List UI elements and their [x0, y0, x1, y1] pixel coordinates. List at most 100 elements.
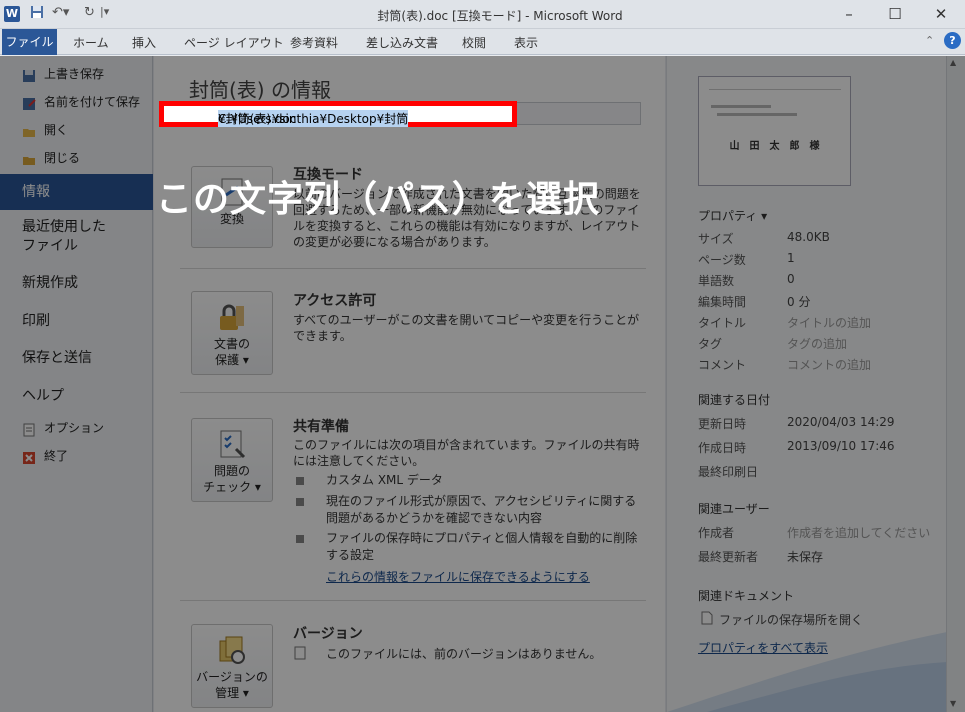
protect-button-label: 文書の 保護 ▾	[192, 336, 272, 368]
path-field-background	[511, 102, 641, 125]
versions-title: バージョン	[293, 626, 363, 642]
decorative-swoosh	[667, 632, 947, 712]
prop-label-title: タイトル	[698, 316, 747, 330]
sidebar-item-label: 開く	[44, 123, 69, 137]
tab-file[interactable]: ファイル	[2, 29, 57, 55]
backstage-sidebar: 上書き保存 名前を付けて保存 開く 閉じる 情報 最近使用した ファイル 新規作…	[0, 56, 153, 712]
undo-icon[interactable]: ↶▾	[52, 5, 69, 20]
protect-label-line2: 保護 ▾	[215, 353, 249, 367]
prepare-title: 共有準備	[293, 419, 349, 435]
tutorial-callout: この文字列（パス）を選択	[156, 179, 601, 220]
date-value-modified: 2020/04/03 14:29	[787, 415, 895, 429]
redo-icon[interactable]: ↻	[84, 5, 95, 20]
page-title: 封筒(表) の情報	[189, 78, 331, 102]
versions-icon	[216, 635, 248, 667]
versions-label-line2: 管理 ▾	[215, 686, 249, 700]
divider	[180, 268, 646, 269]
related-docs-header: 関連ドキュメント	[698, 589, 795, 603]
sidebar-item-exit[interactable]: 終了	[0, 444, 153, 468]
save-icon[interactable]	[30, 5, 44, 23]
minimize-ribbon-icon[interactable]: ⌃	[925, 34, 934, 47]
sidebar-item-open[interactable]: 開く	[0, 118, 153, 142]
prop-value-title-input[interactable]: タイトルの追加	[787, 314, 871, 331]
sidebar-item-save-send[interactable]: 保存と送信	[0, 347, 153, 367]
people-value-author-input[interactable]: 作成者を追加してください	[787, 524, 930, 541]
sidebar-item-save[interactable]: 上書き保存	[0, 62, 153, 86]
sidebar-item-info[interactable]: 情報	[0, 174, 153, 210]
minimize-button[interactable]: –	[826, 2, 872, 26]
sidebar-item-help[interactable]: ヘルプ	[0, 385, 153, 405]
prop-label-comments: コメント	[698, 358, 747, 372]
thumbnail-line	[717, 113, 797, 116]
thumbnail-line	[711, 105, 771, 108]
thumbnail-addressee: 山 田 太 郎 様	[729, 141, 820, 152]
prepare-bullet-3: ファイルの保存時にプロパティと個人情報を自動的に削除する設定	[326, 531, 638, 562]
file-path-filename[interactable]: ¥封筒(表).doc	[218, 110, 296, 127]
prop-label-words: 単語数	[698, 274, 735, 288]
scroll-up-icon[interactable]: ▲	[950, 58, 956, 67]
tab-page-layout[interactable]: ページ レイアウト	[184, 34, 284, 51]
lock-icon	[216, 302, 248, 334]
help-icon[interactable]: ?	[944, 32, 961, 49]
prop-label-size: サイズ	[698, 232, 734, 246]
date-label-created: 作成日時	[698, 441, 747, 455]
prop-value-pages: 1	[787, 251, 795, 265]
options-icon	[22, 421, 36, 437]
manage-versions-button[interactable]: バージョンの 管理 ▾	[191, 624, 273, 708]
protect-document-button[interactable]: 文書の 保護 ▾	[191, 291, 273, 375]
prepare-bullet-2: 現在のファイル形式が原因で、アクセシビリティに関する問題があるかどうかを確認でき…	[326, 494, 637, 525]
dates-header: 関連する日付	[698, 393, 771, 407]
sidebar-item-label: 名前を付けて保存	[44, 95, 141, 109]
sidebar-item-recent[interactable]: 最近使用した ファイル	[0, 218, 153, 256]
check-issues-label: 問題の チェック ▾	[192, 463, 272, 495]
close-button[interactable]: ✕	[918, 2, 964, 26]
sidebar-item-new[interactable]: 新規作成	[0, 272, 153, 292]
properties-header[interactable]: プロパティ ▾	[698, 207, 767, 224]
info-panel: 封筒(表) の情報 変換 互換モード 以前のバージョンで作成された文書を開いた際…	[154, 56, 665, 712]
properties-panel: 山 田 太 郎 様 プロパティ ▾ サイズ 48.0KB ページ数 1 単語数 …	[666, 56, 947, 712]
sidebar-item-options[interactable]: オプション	[0, 416, 153, 440]
prop-value-words: 0	[787, 272, 795, 286]
prop-value-size: 48.0KB	[787, 230, 830, 244]
tab-view[interactable]: 表示	[514, 34, 538, 51]
file-path-field[interactable]: C:¥Users¥sinthia¥Desktop¥封筒 ¥封筒(表).doc	[159, 101, 517, 127]
customize-qat-icon[interactable]: |▾	[100, 5, 109, 18]
prop-label-tags: タグ	[698, 337, 723, 351]
exit-icon	[22, 449, 36, 464]
prop-value-tags-input[interactable]: タグの追加	[787, 335, 847, 352]
close-folder-icon	[22, 151, 36, 165]
word-app-icon[interactable]: W	[4, 6, 20, 22]
tab-mailings[interactable]: 差し込み文書	[366, 34, 438, 51]
prepare-text: このファイルには次の項目が含まれています。ファイルの共有時には注意してください。	[293, 438, 640, 468]
vertical-scrollbar[interactable]: ▲ ▼	[946, 56, 965, 712]
prop-value-comments-input[interactable]: コメントの追加	[787, 356, 871, 373]
date-label-modified: 更新日時	[698, 417, 747, 431]
bullet-icon	[296, 477, 304, 485]
people-value-last-modified: 未保存	[787, 550, 824, 564]
sidebar-item-label: 閉じる	[44, 151, 81, 165]
tab-home[interactable]: ホーム	[73, 34, 109, 51]
title-bar: W ↶▾ ↻ |▾ 封筒(表).doc [互換モード] - Microsoft …	[0, 0, 965, 29]
check-issues-button[interactable]: 問題の チェック ▾	[191, 418, 273, 502]
tab-insert[interactable]: 挿入	[132, 34, 156, 51]
sidebar-item-print[interactable]: 印刷	[0, 310, 153, 330]
people-label-author: 作成者	[698, 526, 735, 540]
allow-save-info-link[interactable]: これらの情報をファイルに保存できるようにする	[326, 568, 590, 585]
versions-text: このファイルには、前のバージョンはありません。	[326, 647, 602, 661]
document-thumbnail[interactable]: 山 田 太 郎 様	[698, 76, 851, 186]
check-label-line2: チェック ▾	[203, 480, 261, 494]
sidebar-item-close[interactable]: 閉じる	[0, 146, 153, 170]
scroll-down-icon[interactable]: ▼	[950, 699, 956, 708]
people-header: 関連ユーザー	[698, 502, 770, 516]
date-label-printed: 最終印刷日	[698, 465, 759, 479]
prepare-bullet-1: カスタム XML データ	[326, 473, 443, 487]
tab-references[interactable]: 参考資料	[290, 34, 338, 51]
thumbnail-line	[709, 89, 841, 90]
open-folder-icon	[22, 123, 36, 137]
sidebar-item-save-as[interactable]: 名前を付けて保存	[0, 90, 153, 114]
permissions-text: すべてのユーザーがこの文書を開いてコピーや変更を行うことができます。	[293, 313, 640, 343]
maximize-button[interactable]: ☐	[872, 2, 918, 26]
tab-review[interactable]: 校閲	[462, 34, 486, 51]
divider	[180, 600, 646, 601]
sidebar-item-label: 上書き保存	[44, 67, 105, 81]
